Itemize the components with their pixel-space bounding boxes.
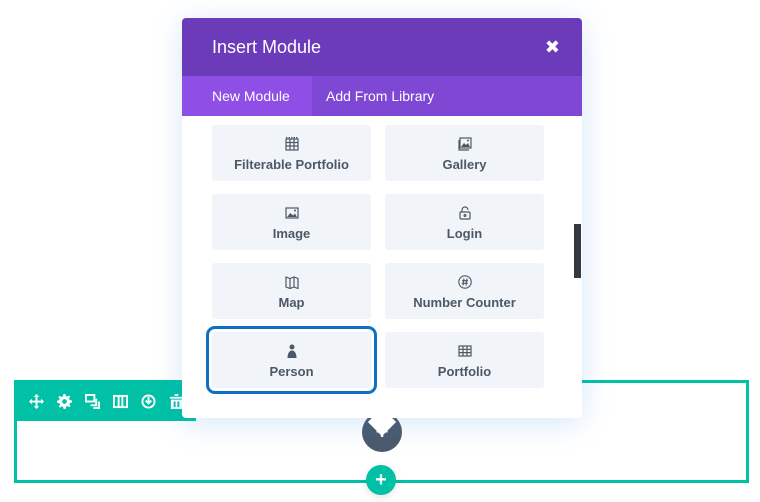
modal-tabs: New Module Add From Library [182,76,582,116]
module-login[interactable]: Login [385,194,544,250]
modal-title: Insert Module [212,36,322,57]
person-icon [285,342,299,360]
tab-add-from-library[interactable]: Add From Library [312,76,450,116]
module-list: Filterable Portfolio Gallery Image Login… [182,116,582,418]
module-person[interactable]: Person [206,326,377,394]
module-label: Image [272,225,311,241]
section-toolbar [14,381,196,421]
image-icon [284,204,299,222]
map-icon [284,273,299,291]
tab-new-module[interactable]: New Module [182,76,312,116]
close-icon[interactable]: ✖ [545,37,560,58]
module-number-counter[interactable]: Number Counter [385,263,544,319]
module-label: Map [278,294,305,310]
lock-icon [458,204,472,222]
module-map[interactable]: Map [212,263,371,319]
move-icon[interactable] [27,392,45,410]
gear-icon[interactable] [55,392,73,410]
columns-icon[interactable] [111,392,129,410]
module-image[interactable]: Image [212,194,371,250]
hash-icon [457,273,472,291]
save-icon[interactable] [139,392,157,410]
module-label: Number Counter [413,294,516,310]
insert-module-modal: Insert Module ✖ New Module Add From Libr… [182,18,582,437]
modal-header: Insert Module ✖ [182,18,582,76]
module-label: Portfolio [437,363,492,379]
module-label: Login [446,225,483,241]
add-row-button[interactable]: + [366,465,396,495]
module-filterable-portfolio[interactable]: Filterable Portfolio [212,125,371,181]
module-label: Person [269,363,314,379]
grid-icon [457,342,472,360]
grid-icon [284,135,299,153]
duplicate-icon[interactable] [83,392,101,410]
module-label: Gallery [442,156,487,172]
module-portfolio[interactable]: Portfolio [385,332,544,388]
module-gallery[interactable]: Gallery [385,125,544,181]
module-list-scrollbar[interactable] [574,224,581,278]
page: Insert Module ✖ New Module Add From Libr… [0,0,760,502]
module-label: Filterable Portfolio [234,156,349,172]
gallery-icon [457,135,472,153]
